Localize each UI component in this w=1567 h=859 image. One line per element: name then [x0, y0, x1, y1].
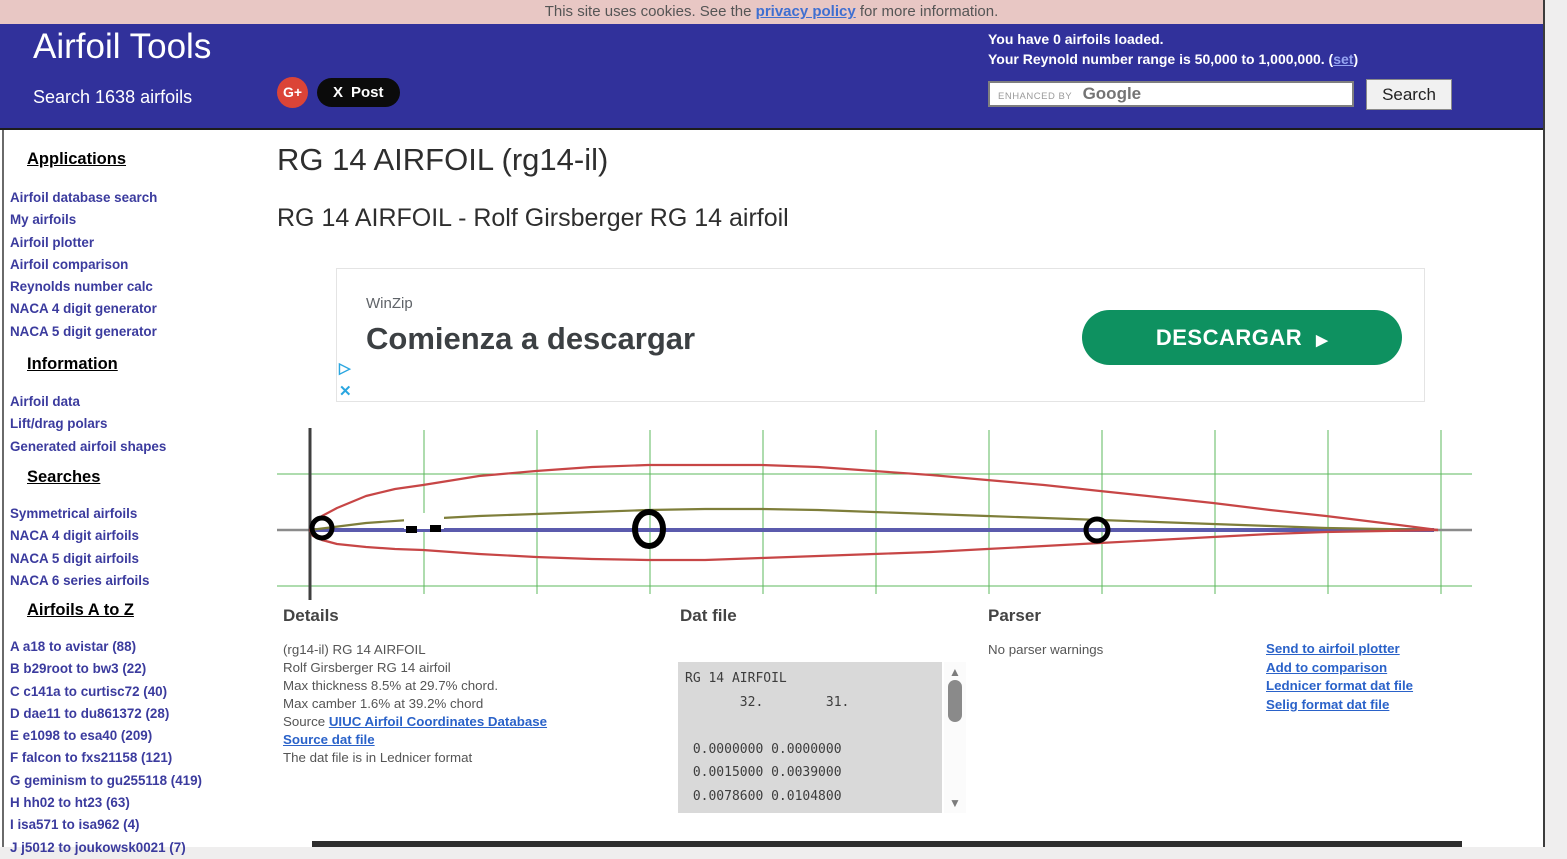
sidebar-item-atoz-g[interactable]: G geminism to gu255118 (419)	[10, 770, 202, 792]
sidebar-item-naca-6-series-airfoils[interactable]: NACA 6 series airfoils	[10, 570, 149, 592]
reynolds-text-close: )	[1353, 51, 1358, 67]
ad-download-label: DESCARGAR	[1156, 325, 1302, 350]
chord-dash-mark	[406, 526, 417, 533]
site-header: Airfoil Tools Search 1638 airfoils G+ XP…	[0, 24, 1543, 130]
selig-format-dat-file-link[interactable]: Selig format dat file	[1266, 696, 1413, 715]
sidebar-item-atoz-b[interactable]: B b29root to bw3 (22)	[10, 658, 202, 680]
page-left-border	[2, 130, 4, 847]
details-max-camber: Max camber 1.6% at 39.2% chord	[283, 695, 547, 713]
details-name-line: (rg14-il) RG 14 AIRFOIL	[283, 641, 547, 659]
ad-download-button[interactable]: DESCARGAR ▶	[1082, 310, 1402, 365]
ad-brand: WinZip	[366, 295, 413, 312]
source-dat-file-link[interactable]: Source dat file	[283, 732, 375, 747]
sidebar-item-naca-5-digit-airfoils[interactable]: NACA 5 digit airfoils	[10, 548, 149, 570]
sidebar-item-lift-drag-polars[interactable]: Lift/drag polars	[10, 413, 166, 435]
set-reynolds-link[interactable]: set	[1333, 51, 1353, 67]
cookie-banner: This site uses cookies. See the privacy …	[0, 0, 1543, 24]
airfoil-upper-surface	[310, 465, 1438, 530]
page-title: RG 14 AIRFOIL (rg14-il)	[277, 142, 608, 178]
adchoices-icon[interactable]: ▷	[339, 359, 351, 377]
sidebar-item-symmetrical-airfoils[interactable]: Symmetrical airfoils	[10, 503, 149, 525]
airfoil-plot	[277, 424, 1472, 600]
sidebar-item-atoz-h[interactable]: H hh02 to ht23 (63)	[10, 792, 202, 814]
google-plus-share-button[interactable]: G+	[277, 77, 308, 108]
sidebar-item-naca-4-digit-airfoils[interactable]: NACA 4 digit airfoils	[10, 525, 149, 547]
dat-file-scrollbar[interactable]: ▲ ▼	[944, 662, 966, 813]
parser-heading: Parser	[988, 606, 1041, 626]
parser-status: No parser warnings	[988, 641, 1103, 659]
ad-close-icon[interactable]: ✕	[339, 382, 352, 400]
sidebar-item-atoz-a[interactable]: A a18 to avistar (88)	[10, 636, 202, 658]
x-post-label: Post	[351, 84, 384, 101]
details-format-line: The dat file is in Lednicer format	[283, 749, 547, 767]
reynolds-text: Your Reynold number range is 50,000 to 1…	[988, 51, 1333, 67]
sidebar-item-atoz-c[interactable]: C c141a to curtisc72 (40)	[10, 681, 202, 703]
cookie-text-before: This site uses cookies. See the	[545, 3, 756, 20]
airfoils-loaded-text: You have 0 airfoils loaded.	[988, 29, 1358, 49]
sidebar-heading-information: Information	[27, 355, 118, 374]
lednicer-format-dat-file-link[interactable]: Lednicer format dat file	[1266, 677, 1413, 696]
search-button[interactable]: Search	[1366, 79, 1452, 110]
enhanced-by-label: ENHANCED BY	[998, 91, 1072, 102]
sidebar-item-atoz-i[interactable]: I isa571 to isa962 (4)	[10, 814, 202, 836]
account-status: You have 0 airfoils loaded. Your Reynold…	[988, 29, 1358, 69]
page: This site uses cookies. See the privacy …	[0, 0, 1545, 847]
sidebar-item-atoz-f[interactable]: F falcon to fxs21158 (121)	[10, 747, 202, 769]
privacy-policy-link[interactable]: privacy policy	[756, 3, 856, 20]
sidebar-heading-searches: Searches	[27, 468, 100, 487]
chord-dash-mark	[430, 525, 441, 532]
sidebar-item-my-airfoils[interactable]: My airfoils	[10, 209, 157, 231]
details-description-line: Rolf Girsberger RG 14 airfoil	[283, 659, 547, 677]
sidebar-item-atoz-j[interactable]: J j5012 to joukowsk0021 (7)	[10, 837, 202, 859]
sidebar-item-atoz-e[interactable]: E e1098 to esa40 (209)	[10, 725, 202, 747]
details-heading: Details	[283, 606, 339, 626]
details-body: (rg14-il) RG 14 AIRFOIL Rolf Girsberger …	[283, 641, 547, 767]
sidebar-item-atoz-d[interactable]: D dae11 to du861372 (28)	[10, 703, 202, 725]
reynolds-range-text: Your Reynold number range is 50,000 to 1…	[988, 49, 1358, 69]
ad-headline: Comienza a descargar	[366, 321, 695, 357]
details-source-line: Source UIUC Airfoil Coordinates Database	[283, 713, 547, 731]
dat-file-textarea[interactable]: RG 14 AIRFOIL 32. 31. 0.0000000 0.000000…	[678, 662, 942, 813]
send-to-airfoil-plotter-link[interactable]: Send to airfoil plotter	[1266, 640, 1413, 659]
sidebar-item-reynolds-number-calc[interactable]: Reynolds number calc	[10, 276, 157, 298]
site-title: Airfoil Tools	[33, 27, 211, 67]
add-to-comparison-link[interactable]: Add to comparison	[1266, 659, 1413, 678]
site-search-input[interactable]: ENHANCED BY Google	[988, 81, 1354, 107]
source-dat-file-line: Source dat file	[283, 731, 547, 749]
action-links: Send to airfoil plotter Add to compariso…	[1266, 640, 1413, 714]
sidebar-information-list: Airfoil data Lift/drag polars Generated …	[10, 391, 166, 458]
scroll-up-icon[interactable]: ▲	[944, 665, 966, 679]
sidebar-applications-list: Airfoil database search My airfoils Airf…	[10, 187, 157, 343]
sidebar-atoz-list: A a18 to avistar (88) B b29root to bw3 (…	[10, 636, 202, 859]
x-logo-icon: X	[333, 84, 343, 101]
sidebar-item-naca-5-digit-generator[interactable]: NACA 5 digit generator	[10, 321, 157, 343]
dat-file-content: RG 14 AIRFOIL 32. 31. 0.0000000 0.000000…	[678, 662, 942, 808]
source-label: Source	[283, 714, 329, 729]
page-subtitle: RG 14 AIRFOIL - Rolf Girsberger RG 14 ai…	[277, 204, 789, 233]
next-section-top-border	[312, 841, 1462, 847]
sidebar-searches-list: Symmetrical airfoils NACA 4 digit airfoi…	[10, 503, 149, 592]
sidebar-heading-airfoils-a-to-z: Airfoils A to Z	[27, 601, 134, 620]
sidebar-item-airfoil-comparison[interactable]: Airfoil comparison	[10, 254, 157, 276]
sidebar-item-airfoil-plotter[interactable]: Airfoil plotter	[10, 232, 157, 254]
sidebar-item-airfoil-data[interactable]: Airfoil data	[10, 391, 166, 413]
airfoil-lower-surface	[310, 530, 1438, 560]
sidebar-item-generated-airfoil-shapes[interactable]: Generated airfoil shapes	[10, 436, 166, 458]
camber-line	[310, 509, 1438, 530]
uiuc-database-link[interactable]: UIUC Airfoil Coordinates Database	[329, 714, 547, 729]
google-logo: Google	[1083, 84, 1142, 103]
play-arrow-icon: ▶	[1316, 332, 1328, 349]
x-post-button[interactable]: X Post	[317, 78, 400, 107]
page-right-border	[1543, 0, 1545, 847]
ad-banner[interactable]: WinZip Comienza a descargar DESCARGAR ▶	[336, 268, 1425, 402]
scrollbar-thumb[interactable]	[948, 680, 962, 722]
site-subtitle: Search 1638 airfoils	[33, 87, 192, 108]
cookie-text-after: for more information.	[856, 3, 999, 20]
dat-file-heading: Dat file	[680, 606, 737, 626]
sidebar-heading-applications: Applications	[27, 150, 126, 169]
sidebar-item-naca-4-digit-generator[interactable]: NACA 4 digit generator	[10, 298, 157, 320]
details-max-thickness: Max thickness 8.5% at 29.7% chord.	[283, 677, 547, 695]
sidebar-item-airfoil-database-search[interactable]: Airfoil database search	[10, 187, 157, 209]
scroll-down-icon[interactable]: ▼	[944, 796, 966, 810]
